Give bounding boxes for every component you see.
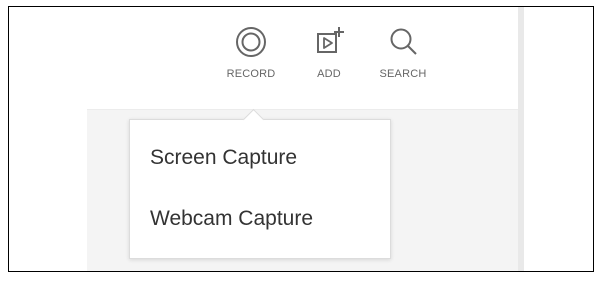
add-label: ADD (317, 68, 341, 80)
search-label: SEARCH (379, 68, 427, 80)
search-icon (390, 28, 417, 55)
record-label: RECORD (226, 68, 276, 80)
screenshot-frame: RECORD ADD SEARCH Screen Capture Webcam … (8, 6, 594, 272)
search-button[interactable]: SEARCH (365, 21, 441, 101)
add-media-icon (317, 27, 344, 53)
menu-item-webcam-capture[interactable]: Webcam Capture (130, 195, 390, 243)
app-window: RECORD ADD SEARCH Screen Capture Webcam … (87, 7, 524, 271)
record-icon (236, 27, 266, 57)
toolbar: RECORD ADD SEARCH (87, 7, 524, 110)
menu-caret (242, 108, 265, 131)
record-button[interactable]: RECORD (213, 21, 289, 101)
scrollbar-edge (518, 7, 524, 271)
record-dropdown-menu: Screen Capture Webcam Capture (129, 108, 391, 259)
add-button[interactable]: ADD (291, 21, 367, 101)
menu-item-screen-capture[interactable]: Screen Capture (130, 134, 390, 182)
